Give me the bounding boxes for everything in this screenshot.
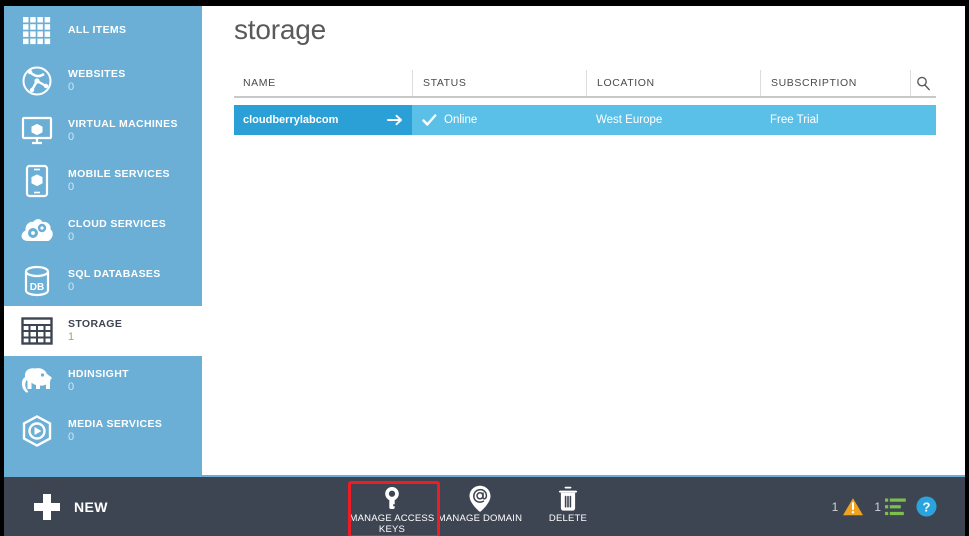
sidebar-item-label: CLOUD SERVICES: [68, 217, 167, 230]
warning-count: 1: [831, 499, 839, 514]
elephant-icon: [14, 358, 60, 404]
sidebar-item-mobile-services[interactable]: MOBILE SERVICES 0: [4, 156, 202, 206]
table-header-row: NAME STATUS LOCATION SUBSCRIPTION: [234, 68, 936, 98]
help-button[interactable]: ?: [916, 496, 937, 517]
bottom-toolbar: NEW MANAGE ACCESS KEYS MANAGE DOMAIN DEL…: [4, 475, 965, 536]
monitor-icon: [14, 108, 60, 154]
sidebar-item-label: VIRTUAL MACHINES: [68, 117, 178, 130]
sidebar-item-label: MOBILE SERVICES: [68, 167, 170, 180]
svg-text:DB: DB: [30, 282, 44, 293]
sidebar-item-count: 1: [68, 330, 75, 343]
at-pin-icon: [468, 483, 492, 513]
jobs-count: 1: [874, 499, 881, 514]
cell-name[interactable]: cloudberrylabcom: [234, 105, 412, 135]
sidebar-nav: ALL ITEMS WEBSITES 0 VIRTUAL MACHINES 0 …: [4, 6, 202, 475]
sidebar-item-count: 0: [68, 180, 75, 193]
sidebar-item-label: MEDIA SERVICES: [68, 417, 163, 430]
cloud-gears-icon: [14, 208, 60, 254]
status-text: Online: [444, 114, 478, 126]
sidebar-item-websites[interactable]: WEBSITES 0: [4, 56, 202, 106]
sidebar-item-count: 0: [68, 80, 75, 93]
check-icon: [422, 113, 437, 127]
svg-text:?: ?: [923, 499, 931, 514]
table-row[interactable]: cloudberrylabcom Online West Europe Free…: [234, 105, 936, 135]
delete-label: DELETE: [548, 513, 588, 524]
cell-location: West Europe: [586, 105, 760, 135]
manage-access-keys-button[interactable]: MANAGE ACCESS KEYS: [348, 477, 436, 536]
sidebar-item-count: 0: [68, 280, 75, 293]
media-play-icon: [14, 408, 60, 454]
manage-access-keys-label: MANAGE ACCESS KEYS: [349, 513, 435, 535]
arrow-right-icon[interactable]: [387, 114, 403, 126]
subscription-text: Free Trial: [770, 114, 819, 126]
sidebar-item-count: 0: [68, 130, 75, 143]
sidebar-item-count: 0: [68, 230, 75, 243]
warning-triangle-icon: [842, 497, 864, 517]
location-text: West Europe: [596, 114, 663, 126]
status-indicators: 1 1 ?: [832, 477, 937, 536]
sidebar-item-label: ALL ITEMS: [68, 24, 127, 37]
column-header-location[interactable]: LOCATION: [586, 70, 760, 96]
sidebar-item-all-items[interactable]: ALL ITEMS: [4, 6, 202, 56]
sidebar-item-label: STORAGE: [68, 317, 123, 330]
column-header-status[interactable]: STATUS: [412, 70, 586, 96]
manage-domain-button[interactable]: MANAGE DOMAIN: [436, 477, 524, 536]
help-circle-icon: ?: [916, 496, 937, 517]
sidebar-item-storage[interactable]: STORAGE 1: [4, 306, 202, 356]
new-button[interactable]: NEW: [4, 477, 202, 536]
sidebar-item-label: HDINSIGHT: [68, 367, 129, 380]
database-db-icon: DB: [14, 258, 60, 304]
trash-icon: [557, 483, 579, 513]
azure-portal-window: ALL ITEMS WEBSITES 0 VIRTUAL MACHINES 0 …: [4, 6, 965, 536]
column-header-subscription[interactable]: SUBSCRIPTION: [760, 70, 910, 96]
storage-table-icon: [14, 308, 60, 354]
list-bars-icon: [885, 497, 906, 517]
plus-icon: [34, 493, 60, 520]
sidebar-item-virtual-machines[interactable]: VIRTUAL MACHINES 0: [4, 106, 202, 156]
warning-indicator[interactable]: 1: [832, 497, 865, 517]
key-icon: [381, 483, 403, 513]
cell-status: Online: [412, 105, 586, 135]
grid-icon: [14, 8, 60, 54]
sidebar-item-hdinsight[interactable]: HDINSIGHT 0: [4, 356, 202, 406]
toolbar-actions: MANAGE ACCESS KEYS MANAGE DOMAIN DELETE: [348, 477, 612, 536]
new-button-label: NEW: [74, 498, 108, 515]
sidebar-item-sql-databases[interactable]: DB SQL DATABASES 0: [4, 256, 202, 306]
phone-icon: [14, 158, 60, 204]
sidebar-item-count: 0: [68, 380, 75, 393]
sidebar-item-cloud-services[interactable]: CLOUD SERVICES 0: [4, 206, 202, 256]
sidebar-item-label: WEBSITES: [68, 67, 126, 80]
cell-subscription: Free Trial: [760, 105, 910, 135]
sidebar-item-count: 0: [68, 430, 75, 443]
column-header-name[interactable]: NAME: [234, 70, 412, 96]
globe-icon: [14, 58, 60, 104]
jobs-indicator[interactable]: 1: [874, 497, 906, 517]
page-title: storage: [234, 14, 326, 45]
main-content: storage NAME STATUS LOCATION SUBSCRIPTIO…: [202, 6, 965, 475]
storage-account-name: cloudberrylabcom: [243, 114, 339, 126]
sidebar-item-media-services[interactable]: MEDIA SERVICES 0: [4, 406, 202, 456]
manage-domain-label: MANAGE DOMAIN: [437, 513, 523, 524]
sidebar-item-label: SQL DATABASES: [68, 267, 161, 280]
search-icon[interactable]: [910, 70, 936, 96]
delete-button[interactable]: DELETE: [524, 477, 612, 536]
storage-accounts-table: NAME STATUS LOCATION SUBSCRIPTION cloudb…: [234, 68, 936, 135]
